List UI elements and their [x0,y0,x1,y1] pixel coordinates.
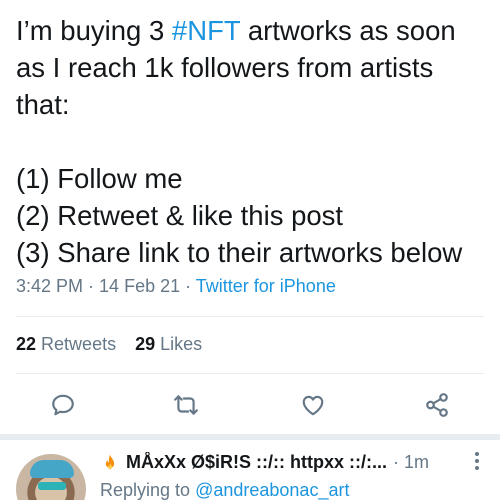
replying-handle-link[interactable]: @andreabonac_art [195,480,349,500]
reply-tweet[interactable]: MÅxXx Ø$iR!S ::/:: httpxx ::/:... · 1m R… [0,444,500,500]
avatar[interactable] [16,454,86,500]
heart-icon [302,395,324,416]
tweet-text-rest: artworks as soon as I reach 1k followers… [16,15,463,268]
reply-author-name[interactable]: MÅxXx Ø$iR!S ::/:: httpxx ::/:... [126,452,387,473]
meta-separator: · [83,276,100,296]
meta-separator-2: · [180,276,196,296]
retweet-button[interactable] [171,390,201,420]
divider [16,316,484,317]
likes-count: 29 [135,334,156,354]
like-button[interactable] [298,390,328,420]
hashtag-link[interactable]: #NFT [172,15,240,46]
tweet-actions [0,390,500,420]
replying-to: Replying to @andreabonac_art [100,480,349,500]
fire-emoji-icon [105,454,115,469]
tweet-text-start: I’m buying 3 [16,15,172,46]
more-options-button[interactable] [474,452,480,470]
reply-time-value: 1m [404,452,430,472]
tweet-text: I’m buying 3 #NFT artworks as soon as I … [16,12,492,271]
likes-stat[interactable]: 29 Likes [135,334,202,354]
replying-prefix: Replying to [100,480,191,500]
section-divider [0,434,500,440]
tweet-stats: 22 Retweets 29 Likes [16,334,216,355]
more-dot [475,459,479,463]
reply-header: MÅxXx Ø$iR!S ::/:: httpxx ::/:... · 1m [100,452,480,473]
retweets-count: 22 [16,334,37,354]
tweet-meta: 3:42 PM · 14 Feb 21 · Twitter for iPhone [16,276,336,297]
reply-icon [52,394,74,416]
retweet-icon [174,395,198,415]
tweet-source-link[interactable]: Twitter for iPhone [196,276,336,296]
retweets-stat[interactable]: 22 Retweets [16,334,116,354]
tweet-date: 14 Feb 21 [99,276,181,296]
tweet-time: 3:42 PM [16,276,84,296]
avatar-hat [30,460,74,478]
reply-button[interactable] [48,390,78,420]
reply-time-separator: · [393,452,399,472]
reply-time: · 1m [393,452,429,473]
more-dot [475,466,479,470]
share-icon [426,393,448,417]
share-button[interactable] [422,390,452,420]
retweets-label: Retweets [41,334,117,354]
likes-label: Likes [160,334,203,354]
divider [16,373,484,374]
more-dot [475,452,479,456]
avatar-glasses [38,482,66,490]
